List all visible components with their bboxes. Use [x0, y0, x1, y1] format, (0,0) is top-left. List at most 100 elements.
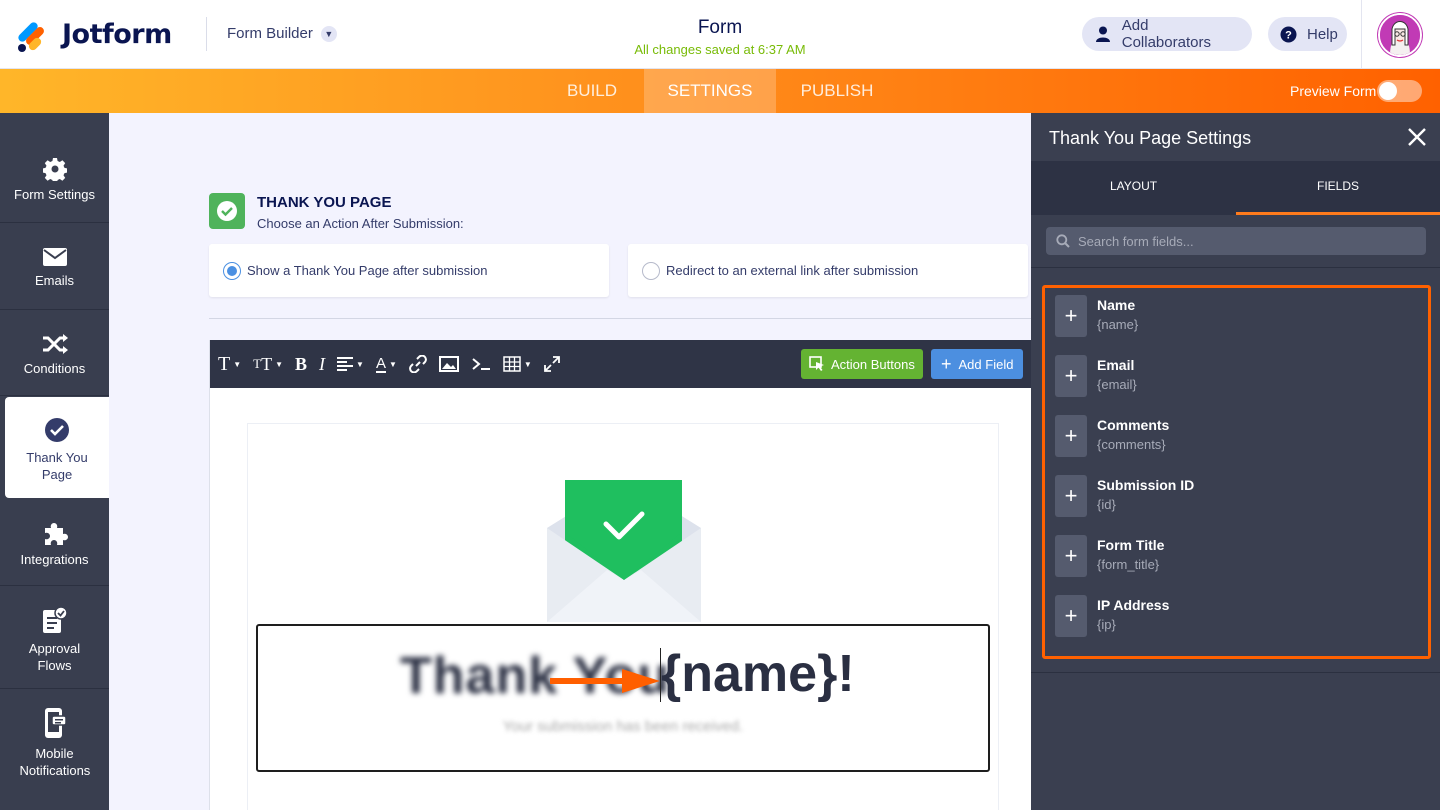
preview-form-label: Preview Form — [1290, 83, 1377, 99]
preview-form-toggle[interactable] — [1377, 80, 1422, 102]
sidebar-item-mobile-notifications[interactable]: Mobile Notifications — [0, 689, 109, 810]
option-label: Show a Thank You Page after submission — [247, 263, 488, 278]
divider — [209, 318, 1031, 319]
add-collaborators-button[interactable]: Add Collaborators — [1082, 17, 1252, 51]
field-item-ip-address[interactable]: + IP Address {ip} — [1055, 595, 1415, 639]
option-label: Redirect to an external link after submi… — [666, 263, 919, 278]
add-field-label: Add Field — [958, 356, 1014, 372]
panel-tabs: LAYOUT FIELDS — [1031, 161, 1440, 215]
fullscreen-icon[interactable] — [543, 340, 560, 388]
tab-layout[interactable]: LAYOUT — [1031, 161, 1236, 215]
option-redirect-external[interactable]: Redirect to an external link after submi… — [628, 244, 1028, 297]
section-title: THANK YOU PAGE — [257, 194, 392, 211]
field-tag: {email} — [1097, 377, 1137, 392]
font-family-dropdown[interactable]: T ▼ — [218, 340, 241, 388]
sidebar-label: Conditions — [23, 361, 86, 376]
question-icon: ? — [1280, 25, 1297, 43]
avatar[interactable] — [1378, 13, 1422, 57]
svg-text:?: ? — [1285, 29, 1292, 41]
sidebar-item-emails[interactable]: Emails — [0, 223, 109, 310]
field-item-email[interactable]: + Email {email} — [1055, 355, 1415, 399]
field-tag: {ip} — [1097, 617, 1116, 632]
field-name: Email — [1097, 357, 1135, 373]
add-field-button[interactable]: + Add Field — [931, 349, 1024, 379]
field-tag: {id} — [1097, 497, 1116, 512]
envelope-icon — [0, 247, 109, 267]
option-show-thank-you-page[interactable]: Show a Thank You Page after submission — [209, 244, 609, 297]
plus-icon: + — [941, 353, 952, 374]
form-fields-list: + Name {name} + Email {email} + Comments… — [1042, 285, 1431, 659]
main-content: THANK YOU PAGE Choose an Action After Su… — [109, 113, 1032, 810]
top-bar: Jotform Form Builder ▼ Form All changes … — [0, 0, 1440, 69]
sidebar-item-integrations[interactable]: Integrations — [0, 500, 109, 586]
code-icon[interactable] — [471, 340, 491, 388]
jotform-logo[interactable]: Jotform — [16, 18, 172, 54]
panel-title: Thank You Page Settings — [1049, 128, 1252, 148]
sidebar-label: Emails — [34, 273, 74, 288]
align-left-icon — [337, 357, 354, 371]
field-item-comments[interactable]: + Comments {comments} — [1055, 415, 1415, 459]
field-name: IP Address — [1097, 597, 1170, 613]
tab-fields[interactable]: FIELDS — [1236, 161, 1440, 215]
thank-you-subtext: Your submission has been received. — [502, 718, 744, 735]
plus-icon[interactable]: + — [1055, 475, 1087, 517]
add-collaborators-label: Add Collaborators — [1121, 17, 1211, 51]
radio-redirect[interactable] — [642, 261, 660, 280]
form-title[interactable]: Form — [620, 17, 820, 39]
thank-you-editor: T ▼ T T ▼ B I ▼ A ▼ ▼ Action Buttons + A… — [209, 340, 1032, 810]
sidebar-item-conditions[interactable]: Conditions — [0, 310, 109, 396]
align-dropdown[interactable]: ▼ — [337, 340, 364, 388]
panel-divider — [1031, 672, 1440, 673]
field-tag: {comments} — [1097, 437, 1166, 452]
tab-build[interactable]: BUILD — [544, 69, 640, 113]
sidebar-label: Mobile Notifications — [19, 746, 91, 778]
field-tag: {form_title} — [1097, 557, 1160, 572]
save-status: All changes saved at 6:37 AM — [634, 42, 806, 57]
italic-button[interactable]: I — [319, 340, 325, 388]
check-circle-icon — [5, 417, 109, 443]
plus-icon[interactable]: + — [1055, 595, 1087, 637]
search-form-fields-input[interactable]: Search form fields... — [1046, 227, 1426, 255]
jotform-logo-mark — [16, 18, 48, 54]
tab-publish[interactable]: PUBLISH — [784, 69, 890, 113]
bold-button[interactable]: B — [295, 340, 307, 388]
plus-icon[interactable]: + — [1055, 295, 1087, 337]
field-item-submission-id[interactable]: + Submission ID {id} — [1055, 475, 1415, 519]
thank-you-preview-canvas: Thank You {name}! Your submission has be… — [247, 423, 999, 810]
cursor-click-icon — [809, 356, 824, 371]
tab-settings[interactable]: SETTINGS — [644, 69, 776, 113]
builder-nav-bar: BUILD SETTINGS PUBLISH Preview Form — [0, 69, 1440, 113]
sidebar-item-thank-you-page[interactable]: Thank You Page — [5, 397, 109, 498]
field-name: Form Title — [1097, 537, 1165, 553]
table-dropdown[interactable]: ▼ — [503, 340, 532, 388]
plus-icon[interactable]: + — [1055, 355, 1087, 397]
plus-icon[interactable]: + — [1055, 415, 1087, 457]
help-button[interactable]: ? Help — [1268, 17, 1347, 51]
sidebar-item-form-settings[interactable]: Form Settings — [0, 113, 109, 223]
search-placeholder: Search form fields... — [1078, 233, 1194, 249]
action-buttons-button[interactable]: Action Buttons — [801, 349, 923, 379]
panel-divider — [1031, 267, 1440, 268]
shuffle-icon — [0, 333, 109, 355]
header-divider — [206, 17, 207, 51]
action-buttons-label: Action Buttons — [831, 356, 915, 372]
image-icon[interactable] — [438, 340, 459, 388]
close-icon[interactable] — [1405, 125, 1429, 149]
field-item-form-title[interactable]: + Form Title {form_title} — [1055, 535, 1415, 579]
font-size-dropdown[interactable]: T T ▼ — [253, 340, 283, 388]
link-icon[interactable] — [409, 340, 427, 388]
approval-icon — [0, 606, 109, 634]
thank-you-settings-panel: Thank You Page Settings LAYOUT FIELDS Se… — [1031, 113, 1440, 810]
sidebar-label: Approval Flows — [28, 641, 81, 673]
field-item-name[interactable]: + Name {name} — [1055, 295, 1415, 339]
sidebar-item-approval-flows[interactable]: Approval Flows — [0, 586, 109, 689]
radio-thank-you[interactable] — [223, 261, 241, 280]
text-color-dropdown[interactable]: A ▼ — [375, 340, 397, 388]
form-builder-dropdown[interactable]: Form Builder ▼ — [227, 25, 337, 42]
envelope-check-illustration — [547, 480, 701, 622]
thank-you-heading-block[interactable]: Thank You {name}! Your submission has be… — [256, 624, 990, 772]
plus-icon[interactable]: + — [1055, 535, 1087, 577]
logo-text: Jotform — [62, 18, 172, 50]
sidebar-label: Thank You Page — [26, 450, 88, 482]
user-icon — [1094, 25, 1112, 43]
